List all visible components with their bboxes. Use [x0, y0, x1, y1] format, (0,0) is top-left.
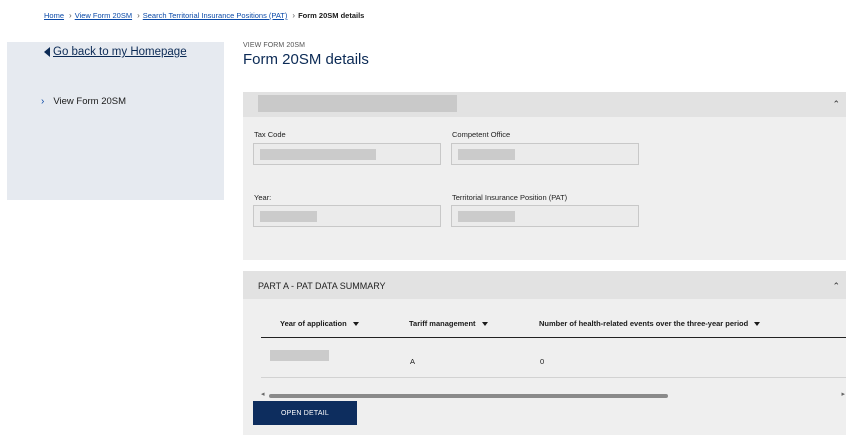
events-cell: 0 — [540, 357, 545, 366]
sidebar — [7, 42, 224, 200]
pat-summary-panel: PART A - PAT DATA SUMMARY ⌃ Year of appl… — [243, 271, 846, 435]
triangle-left-icon — [44, 47, 50, 57]
column-header-label: Year of application — [280, 319, 347, 328]
scroll-left-icon[interactable]: ◂ — [261, 390, 265, 398]
column-header-label: Tariff management — [409, 319, 476, 328]
breadcrumb-home-link[interactable]: Home — [44, 11, 64, 20]
year-label: Year: — [254, 193, 272, 202]
tariff-cell: A — [410, 357, 416, 366]
breadcrumb-separator: › — [137, 11, 140, 20]
sidebar-item-view-form[interactable]: › View Form 20SM — [41, 96, 126, 107]
chevron-right-icon: › — [41, 96, 45, 107]
scrollbar-thumb[interactable] — [269, 394, 668, 398]
horizontal-scrollbar[interactable]: ◂ ▸ — [261, 390, 845, 399]
masked-year-cell — [270, 350, 329, 361]
column-header-tariff[interactable]: Tariff management — [409, 319, 488, 328]
table-header-divider — [261, 337, 846, 338]
masked-value — [260, 211, 317, 222]
breadcrumb: Home › View Form 20SM › Search Territori… — [44, 11, 364, 20]
caret-down-icon — [481, 321, 488, 326]
tax-code-field — [253, 143, 441, 165]
chevron-up-icon[interactable]: ⌃ — [832, 281, 840, 292]
column-header-events[interactable]: Number of health-related events over the… — [539, 319, 761, 328]
year-field — [253, 205, 441, 227]
masked-value — [458, 211, 515, 222]
column-header-label: Number of health-related events over the… — [539, 319, 749, 328]
chevron-up-icon[interactable]: ⌃ — [832, 99, 840, 110]
breadcrumb-search-pat-link[interactable]: Search Territorial Insurance Positions (… — [143, 11, 288, 20]
breadcrumb-current: Form 20SM details — [298, 11, 365, 20]
caret-down-icon — [754, 321, 761, 326]
breadcrumb-separator: › — [69, 11, 72, 20]
caret-down-icon — [352, 321, 359, 326]
pat-summary-header[interactable]: PART A - PAT DATA SUMMARY ⌃ — [243, 271, 846, 299]
page-pretitle: VIEW FORM 20SM — [243, 42, 306, 49]
competent-office-field — [451, 143, 639, 165]
breadcrumb-separator: › — [292, 11, 296, 20]
scroll-right-icon[interactable]: ▸ — [841, 390, 845, 398]
pat-field — [451, 205, 639, 227]
pat-summary-title: PART A - PAT DATA SUMMARY — [258, 281, 386, 291]
open-detail-button[interactable]: OPEN DETAIL — [253, 401, 357, 425]
breadcrumb-view-form-link[interactable]: View Form 20SM — [75, 11, 132, 20]
masked-header-value — [258, 95, 457, 112]
page-title: Form 20SM details — [243, 51, 369, 68]
pat-label: Territorial Insurance Position (PAT) — [452, 193, 568, 202]
competent-office-label: Competent Office — [452, 130, 511, 139]
masked-value — [458, 149, 515, 160]
row-divider — [261, 377, 846, 378]
column-header-year[interactable]: Year of application — [280, 319, 359, 328]
details-panel: ⌃ Tax Code Competent Office Year: Territ… — [243, 92, 846, 260]
masked-value — [260, 149, 376, 160]
back-to-homepage-link[interactable]: Go back to my Homepage — [44, 46, 187, 58]
back-link-label: Go back to my Homepage — [53, 46, 187, 58]
details-panel-header[interactable]: ⌃ — [243, 92, 846, 117]
tax-code-label: Tax Code — [254, 130, 286, 139]
sidebar-item-label: View Form 20SM — [53, 96, 127, 107]
